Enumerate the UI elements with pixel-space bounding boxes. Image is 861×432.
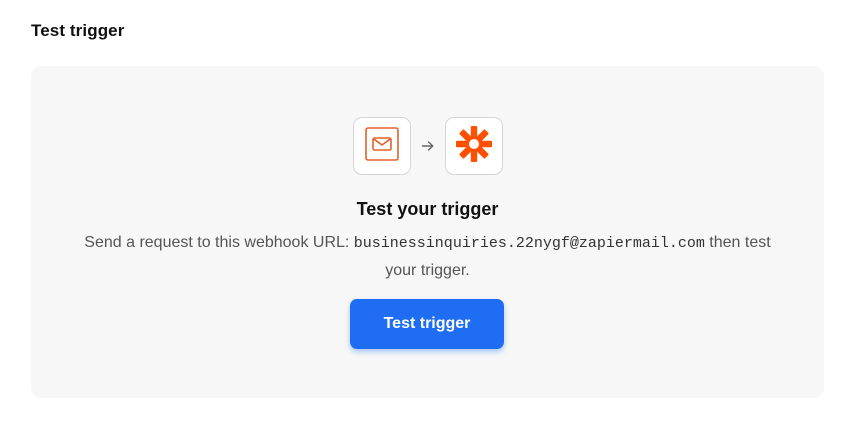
- source-app-tile: [352, 117, 411, 175]
- email-icon: [364, 126, 399, 166]
- target-app-tile: [444, 117, 503, 175]
- description-suffix: then test: [704, 234, 771, 251]
- arrow-right-icon: [411, 136, 445, 156]
- test-trigger-panel: Test your trigger Send a request to this…: [31, 66, 824, 398]
- test-trigger-button[interactable]: Test trigger: [350, 299, 504, 349]
- zapier-logo-icon: [454, 124, 494, 169]
- description-line2: your trigger.: [385, 262, 470, 279]
- panel-heading: Test your trigger: [356, 199, 499, 219]
- section-title: Test trigger: [31, 21, 125, 40]
- description-prefix: Send a request to this webhook URL:: [84, 234, 354, 251]
- app-flow-row: [31, 115, 824, 177]
- webhook-email: businessinquiries.22nygf@zapiermail.com: [353, 235, 705, 252]
- panel-description: Send a request to this webhook URL: busi…: [31, 229, 824, 284]
